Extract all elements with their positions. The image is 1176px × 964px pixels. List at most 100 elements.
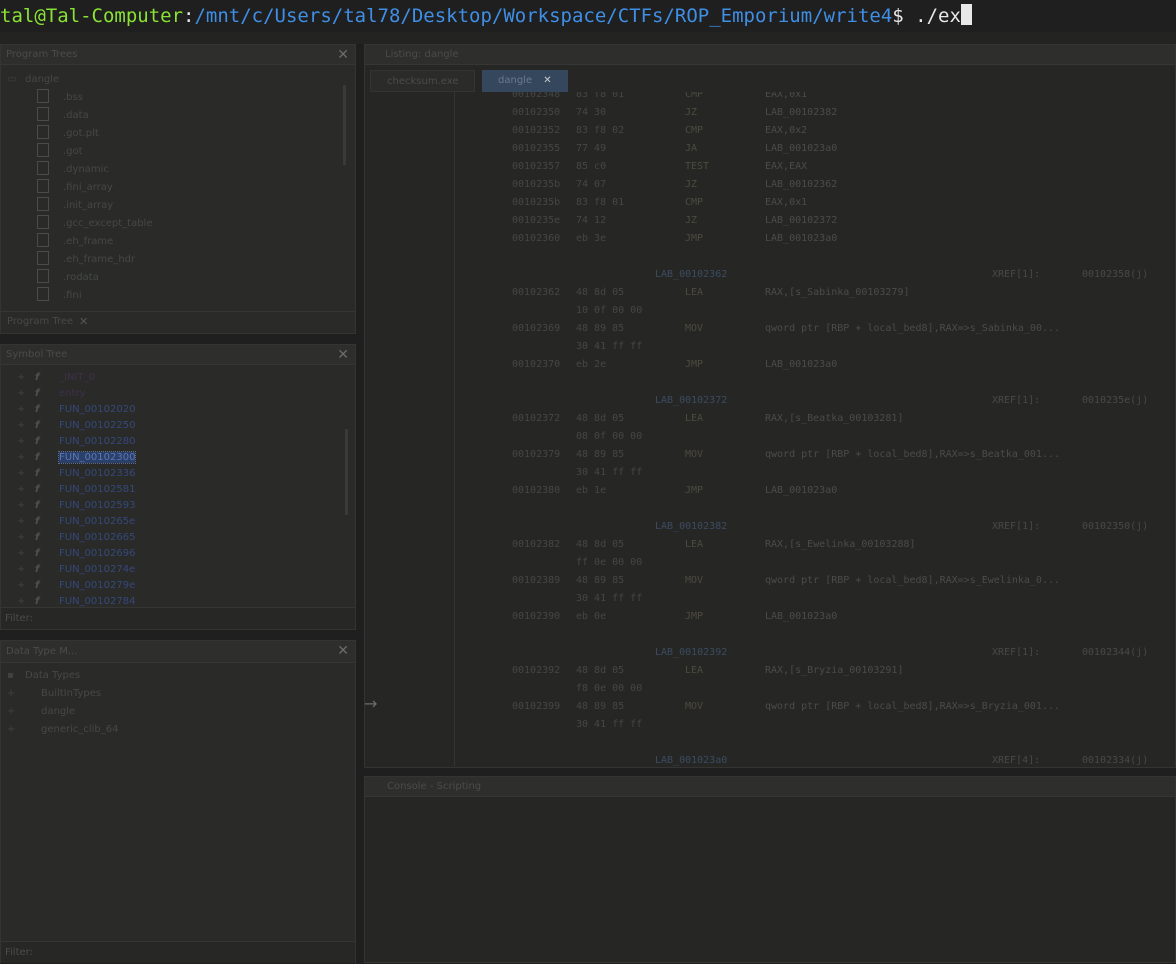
instruction-operands[interactable]: RAX,[s_Sabinka_00103279] (765, 284, 910, 302)
xref-address[interactable]: 0010235e(j) (1082, 392, 1148, 410)
tree-item[interactable]: .dynamic (37, 161, 109, 179)
file-icon (37, 269, 49, 283)
tree-item-label: .dynamic (63, 164, 109, 175)
code-label[interactable]: LAB_001023a0 (655, 752, 727, 766)
terminal-user-host: tal@Tal-Computer (0, 5, 184, 27)
symbol-tree-scrollbar[interactable] (345, 429, 348, 515)
tree-item[interactable]: .got.plt (37, 125, 99, 143)
xref-label: XREF[1]: (992, 647, 1041, 658)
tree-item[interactable]: .data (37, 107, 89, 125)
instruction-address: 00102390 (512, 611, 561, 622)
instruction-bytes: eb 1e (576, 485, 607, 496)
tree-item[interactable]: .fini (37, 287, 82, 305)
close-icon[interactable]: ✕ (337, 347, 349, 363)
program-trees-panel: Program Trees ✕ ▭ dangle .bss .data .got.plt… (0, 44, 356, 334)
tab-dangle[interactable]: dangle ✕ (482, 70, 568, 92)
data-type-item[interactable]: + BuiltInTypes (7, 685, 101, 703)
instruction-mnemonic: CMP (685, 197, 704, 208)
instruction-operands[interactable]: EAX,0x2 (765, 122, 807, 140)
code-label[interactable]: LAB_00102362 (655, 266, 727, 284)
instruction-bytes: 30 41 ff ff (576, 467, 643, 478)
instruction-address: 00102389 (512, 575, 561, 586)
archive-icon: + (7, 706, 16, 717)
data-type-filter[interactable]: Filter: (1, 941, 355, 963)
terminal-command[interactable]: ./ex (904, 5, 961, 27)
close-icon[interactable]: ✕ (79, 315, 88, 328)
tab-program-tree[interactable]: Program Tree (7, 316, 73, 327)
code-label[interactable]: LAB_00102372 (655, 392, 727, 410)
instruction-address: 00102382 (512, 539, 561, 550)
console-title: Console - Scripting (365, 777, 1175, 797)
instruction-mnemonic: JMP (685, 611, 704, 622)
tree-item-label: .got (63, 146, 83, 157)
data-type-item[interactable]: + dangle (7, 703, 75, 721)
instruction-operands[interactable]: LAB_001023a0 (765, 482, 837, 500)
symbol-tree-title: Symbol Tree (1, 345, 355, 365)
code-label[interactable]: LAB_00102392 (655, 644, 727, 662)
instruction-operands[interactable]: qword ptr [RBP + local_bed8],RAX=>s_Beat… (765, 446, 1060, 464)
instruction-operands[interactable]: LAB_00102362 (765, 176, 837, 194)
instruction-operands[interactable]: qword ptr [RBP + local_bed8],RAX=>s_Sabi… (765, 320, 1060, 338)
tree-item[interactable]: .eh_frame (37, 233, 113, 251)
close-icon[interactable]: ✕ (543, 75, 551, 86)
data-type-manager-panel: Data Type M... ✕ ▪ Data Types + BuiltInTyp… (0, 640, 356, 963)
archive-icon: + (7, 724, 16, 735)
xref-address[interactable]: 00102334(j) (1082, 752, 1148, 766)
instruction-operands[interactable]: LAB_001023a0 (765, 230, 837, 248)
instruction-operands[interactable]: EAX,EAX (765, 158, 807, 176)
tree-item[interactable]: .init_array (37, 197, 113, 215)
instruction-bytes: ff 0e 00 00 (576, 557, 643, 568)
file-icon (37, 233, 49, 247)
file-icon (37, 287, 49, 301)
instruction-bytes: 83 f8 01 (576, 197, 625, 208)
close-icon[interactable]: ✕ (337, 643, 349, 659)
data-types-root[interactable]: ▪ Data Types (7, 667, 80, 685)
data-type-item[interactable]: + generic_clib_64 (7, 721, 119, 739)
instruction-operands[interactable]: EAX,0x1 (765, 92, 807, 104)
instruction-operands[interactable]: LAB_001023a0 (765, 608, 837, 626)
instruction-operands[interactable]: RAX,[s_Beatka_00103281] (765, 410, 903, 428)
file-icon (37, 89, 49, 103)
instruction-operands[interactable]: LAB_001023a0 (765, 140, 837, 158)
instruction-operands[interactable]: LAB_001023a0 (765, 356, 837, 374)
xref-address[interactable]: 00102350(j) (1082, 518, 1148, 536)
file-icon (37, 125, 49, 139)
program-trees-title: Program Trees (1, 45, 355, 65)
xref-address[interactable]: 00102344(j) (1082, 644, 1148, 662)
instruction-operands[interactable]: EAX,0x1 (765, 194, 807, 212)
tree-item[interactable]: .rodata (37, 269, 99, 287)
tree-item[interactable]: .bss (37, 89, 83, 107)
instruction-operands[interactable]: LAB_00102372 (765, 212, 837, 230)
instruction-bytes: 48 8d 05 (576, 665, 625, 676)
instruction-address: 00102380 (512, 485, 561, 496)
tree-item[interactable]: .eh_frame_hdr (37, 251, 135, 269)
tree-item[interactable]: .fini_array (37, 179, 113, 197)
instruction-mnemonic: CMP (685, 125, 704, 136)
instruction-mnemonic: LEA (685, 413, 704, 424)
tree-item[interactable]: .gcc_except_table (37, 215, 153, 233)
instruction-mnemonic: CMP (685, 92, 704, 100)
instruction-mnemonic: JZ (685, 107, 698, 118)
program-tree-scrollbar[interactable] (343, 85, 346, 165)
terminal-colon: : (183, 5, 195, 27)
instruction-operands[interactable]: RAX,[s_Ewelinka_00103288] (765, 536, 916, 554)
instruction-mnemonic: TEST (685, 161, 710, 172)
instruction-mnemonic: JMP (685, 485, 704, 496)
function-label: FUN_00102696 (59, 548, 136, 559)
instruction-operands[interactable]: qword ptr [RBP + local_bed8],RAX=>s_Ewel… (765, 572, 1060, 590)
close-icon[interactable]: ✕ (337, 47, 349, 63)
instruction-operands[interactable]: qword ptr [RBP + local_bed8],RAX=>s_Bryz… (765, 698, 1060, 716)
tree-item[interactable]: .got (37, 143, 83, 161)
listing-area[interactable]: 00102348 83 f8 01 CMP EAX,0x1 00102350 74 30 J… (460, 92, 1172, 766)
code-label[interactable]: LAB_00102382 (655, 518, 727, 536)
program-tree-root[interactable]: ▭ dangle (7, 71, 59, 89)
instruction-bytes: 74 07 (576, 179, 607, 190)
instruction-operands[interactable]: LAB_00102382 (765, 104, 837, 122)
instruction-operands[interactable]: RAX,[s_Bryzia_00103291] (765, 662, 903, 680)
symbol-filter[interactable]: Filter: (1, 607, 355, 629)
tab-checksum[interactable]: checksum.exe (370, 70, 476, 92)
xref-address[interactable]: 00102358(j) (1082, 266, 1148, 284)
terminal-prompt[interactable]: tal@Tal-Computer:/mnt/c/Users/tal78/Desk… (0, 0, 1176, 32)
instruction-bytes: eb 0e (576, 611, 607, 622)
terminal-path: /mnt/c/Users/tal78/Desktop/Workspace/CTF… (194, 5, 893, 27)
